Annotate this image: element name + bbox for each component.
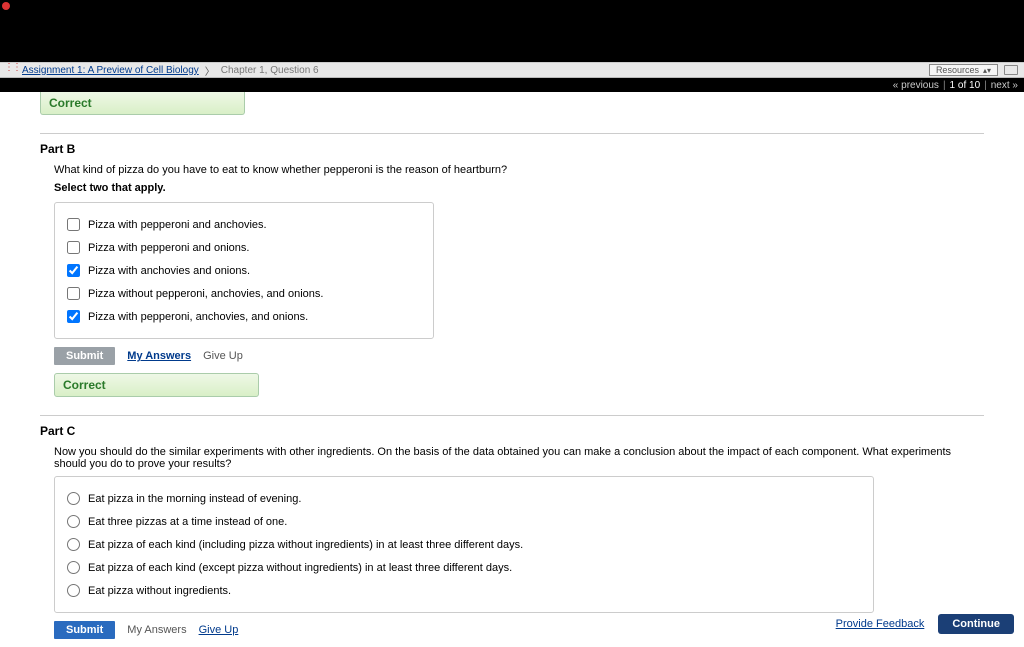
footer-actions: Provide Feedback Continue (836, 614, 1014, 634)
part-b-title: Part B (40, 142, 984, 156)
choice-row[interactable]: Eat pizza without ingredients. (67, 579, 861, 602)
choice-checkbox[interactable] (67, 218, 80, 231)
browser-chrome-blackout (0, 0, 1024, 62)
choice-label: Pizza with pepperoni and anchovies. (88, 219, 267, 231)
nav-sep: | (943, 80, 946, 91)
choice-radio[interactable] (67, 584, 80, 597)
part-b-choices: Pizza with pepperoni and anchovies. Pizz… (54, 202, 434, 339)
choice-label: Eat pizza of each kind (except pizza wit… (88, 562, 512, 574)
part-a-result-container: Correct (40, 92, 984, 115)
choice-radio[interactable] (67, 515, 80, 528)
choice-row[interactable]: Eat pizza of each kind (including pizza … (67, 533, 861, 556)
choice-row[interactable]: Pizza without pepperoni, anchovies, and … (67, 282, 421, 305)
choice-label: Pizza with anchovies and onions. (88, 265, 250, 277)
choice-checkbox[interactable] (67, 287, 80, 300)
submit-button[interactable]: Submit (54, 621, 115, 639)
app-icon (6, 65, 16, 75)
choice-radio[interactable] (67, 561, 80, 574)
part-b-question: What kind of pizza do you have to eat to… (40, 164, 984, 176)
resources-label: Resources (936, 65, 979, 75)
print-icon[interactable] (1004, 65, 1018, 75)
choice-row[interactable]: Pizza with pepperoni and onions. (67, 236, 421, 259)
submit-button-disabled[interactable]: Submit (54, 347, 115, 365)
choice-row[interactable]: Eat pizza of each kind (except pizza wit… (67, 556, 861, 579)
correct-badge: Correct (40, 92, 245, 115)
choice-radio[interactable] (67, 492, 80, 505)
part-b-result-container: Correct (54, 373, 984, 397)
next-question-link[interactable]: next » (991, 80, 1018, 91)
breadcrumb-sep: 〉 (205, 63, 215, 78)
choice-checkbox[interactable] (67, 310, 80, 323)
chevron-updown-icon: ▴▾ (983, 66, 991, 75)
part-c-title: Part C (40, 424, 984, 438)
section-divider (40, 133, 984, 134)
part-c-question: Now you should do the similar experiment… (40, 446, 984, 470)
resources-dropdown[interactable]: Resources ▴▾ (929, 64, 998, 76)
continue-button[interactable]: Continue (938, 614, 1014, 634)
question-counter: 1 of 10 (950, 80, 981, 91)
window-close-dot (2, 2, 10, 10)
give-up-link[interactable]: Give Up (199, 624, 239, 636)
choice-row[interactable]: Pizza with pepperoni, anchovies, and oni… (67, 305, 421, 328)
main-content: Correct Part B What kind of pizza do you… (0, 92, 1024, 639)
choice-row[interactable]: Eat pizza in the morning instead of even… (67, 487, 861, 510)
choice-row[interactable]: Eat three pizzas at a time instead of on… (67, 510, 861, 533)
choice-label: Pizza with pepperoni, anchovies, and oni… (88, 311, 308, 323)
choice-label: Pizza with pepperoni and onions. (88, 242, 249, 254)
assignment-breadcrumb-bar: Assignment 1: A Preview of Cell Biology … (0, 62, 1024, 78)
part-b-actions: Submit My Answers Give Up (54, 347, 984, 365)
chapter-label: Chapter 1, Question 6 (221, 65, 319, 76)
choice-radio[interactable] (67, 538, 80, 551)
my-answers-link[interactable]: My Answers (127, 624, 186, 636)
correct-badge: Correct (54, 373, 259, 397)
choice-row[interactable]: Pizza with anchovies and onions. (67, 259, 421, 282)
assignment-link[interactable]: Assignment 1: A Preview of Cell Biology (22, 65, 199, 76)
question-nav-bar: « previous | 1 of 10 | next » (0, 78, 1024, 92)
my-answers-link[interactable]: My Answers (127, 350, 191, 362)
part-b-instruction: Select two that apply. (40, 182, 984, 194)
section-divider (40, 415, 984, 416)
nav-sep: | (984, 80, 987, 91)
choice-checkbox[interactable] (67, 264, 80, 277)
choice-label: Eat three pizzas at a time instead of on… (88, 516, 287, 528)
choice-label: Pizza without pepperoni, anchovies, and … (88, 288, 323, 300)
part-c-choices: Eat pizza in the morning instead of even… (54, 476, 874, 613)
choice-label: Eat pizza without ingredients. (88, 585, 231, 597)
provide-feedback-link[interactable]: Provide Feedback (836, 618, 925, 630)
choice-row[interactable]: Pizza with pepperoni and anchovies. (67, 213, 421, 236)
give-up-link[interactable]: Give Up (203, 350, 243, 362)
choice-label: Eat pizza of each kind (including pizza … (88, 539, 523, 551)
prev-question-link[interactable]: « previous (893, 80, 939, 91)
choice-checkbox[interactable] (67, 241, 80, 254)
choice-label: Eat pizza in the morning instead of even… (88, 493, 301, 505)
